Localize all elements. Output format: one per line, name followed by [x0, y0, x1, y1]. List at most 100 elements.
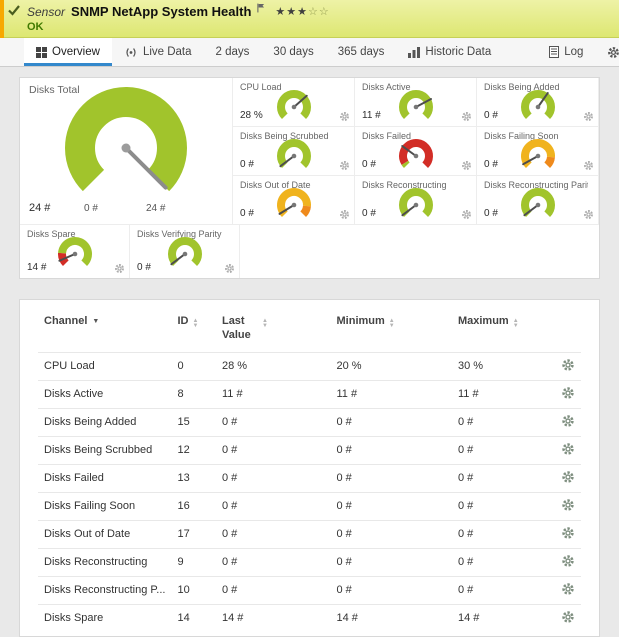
gauge-dial	[264, 87, 324, 127]
minimum-cell: 0 #	[331, 520, 452, 548]
status-ok-check-icon	[8, 5, 20, 16]
gauge-dial	[155, 234, 215, 274]
log-icon	[549, 46, 559, 58]
column-label: Last Value	[222, 315, 258, 343]
last-value-cell: 0 #	[216, 576, 331, 604]
tab-label: Live Data	[143, 46, 192, 58]
gauge-dial	[45, 234, 105, 274]
gauge-value: 14 #	[27, 262, 46, 273]
channel-settings-button[interactable]	[561, 498, 575, 512]
tab-live-data[interactable]: Live Data	[112, 38, 204, 66]
table-row: Disks Spare 14 14 # 14 # 14 #	[38, 604, 581, 632]
channel-id-cell: 9	[171, 548, 216, 576]
channel-table-body: CPU Load 0 28 % 20 % 30 % Disks Active 8…	[38, 352, 581, 632]
minimum-cell: 0 #	[331, 464, 452, 492]
channel-settings-button[interactable]	[561, 470, 575, 484]
gear-icon	[561, 498, 575, 512]
channel-settings-button[interactable]	[561, 526, 575, 540]
flag-icon	[257, 3, 265, 13]
table-row: CPU Load 0 28 % 20 % 30 %	[38, 352, 581, 380]
gauge-value: 0 #	[484, 110, 498, 121]
channel-settings-icon[interactable]	[339, 209, 350, 220]
channel-id-cell: 13	[171, 464, 216, 492]
minimum-cell: 0 #	[331, 408, 452, 436]
gauge-value: 24 #	[29, 202, 50, 214]
tab-log[interactable]: Log	[537, 38, 595, 66]
channel-settings-button[interactable]	[561, 414, 575, 428]
gauge-value: 28 %	[240, 110, 263, 121]
channel-settings-icon[interactable]	[583, 111, 594, 122]
channel-id-cell: 16	[171, 492, 216, 520]
tab-historic-data[interactable]: Historic Data	[396, 38, 503, 66]
channel-settings-icon[interactable]	[583, 209, 594, 220]
channel-settings-button[interactable]	[561, 554, 575, 568]
maximum-cell: 0 #	[452, 520, 553, 548]
channel-settings-icon[interactable]	[461, 160, 472, 171]
tab-2-days[interactable]: 2 days	[204, 38, 262, 66]
gauge-dial	[264, 136, 324, 176]
maximum-cell: 11 #	[452, 380, 553, 408]
gauge-dial	[41, 86, 211, 214]
column-header-last-value[interactable]: Last Value▲▼	[216, 312, 331, 352]
sensor-status-text: OK	[27, 21, 611, 33]
gauge-value: 0 #	[362, 208, 376, 219]
minimum-cell: 0 #	[331, 492, 452, 520]
channel-id-cell: 0	[171, 352, 216, 380]
channel-name-cell: Disks Being Added	[38, 408, 171, 436]
tab-settings[interactable]: Settings	[595, 38, 619, 66]
column-header-maximum[interactable]: Maximum▲▼	[452, 312, 553, 352]
gauge-grid: Disks Total 24 # 0 # 24 # CPU Load 28 % …	[20, 78, 599, 225]
sensor-kind-label: Sensor	[27, 5, 65, 19]
column-header-channel[interactable]: Channel▼	[38, 312, 171, 352]
channel-settings-icon[interactable]	[224, 263, 235, 274]
channel-settings-button[interactable]	[561, 442, 575, 456]
gear-icon	[561, 610, 575, 624]
channel-settings-icon[interactable]	[583, 160, 594, 171]
tab-overview[interactable]: Overview	[24, 38, 112, 66]
column-label: Channel	[44, 315, 87, 327]
gear-icon	[561, 386, 575, 400]
table-row: Disks Out of Date 17 0 # 0 # 0 #	[38, 520, 581, 548]
last-value-cell: 0 #	[216, 492, 331, 520]
priority-stars[interactable]: ★★★☆☆	[275, 5, 329, 18]
live-data-icon	[124, 47, 138, 58]
gauge-cell: Disks Active 11 #	[355, 78, 477, 127]
sort-icon: ▲▼	[192, 319, 198, 329]
gear-icon	[561, 358, 575, 372]
channel-table: Channel▼ ID▲▼ Last Value▲▼ Minimum▲▼ Max…	[38, 312, 581, 632]
channel-settings-icon[interactable]	[339, 160, 350, 171]
gauge-dial	[386, 185, 446, 225]
channel-name-cell: Disks Being Scrubbed	[38, 436, 171, 464]
channel-settings-icon[interactable]	[461, 209, 472, 220]
gauge-cell: Disks Reconstructing Parity 0 #	[477, 176, 599, 225]
gauge-secondary-row: Disks Spare 14 # Disks Verifying Parity …	[20, 225, 599, 278]
disks-total-gauge-cell: Disks Total 24 # 0 # 24 #	[20, 78, 233, 225]
gauge-cell: Disks Out of Date 0 #	[233, 176, 355, 225]
minimum-cell: 0 #	[331, 436, 452, 464]
channel-name-cell: Disks Failing Soon	[38, 492, 171, 520]
last-value-cell: 0 #	[216, 520, 331, 548]
column-header-minimum[interactable]: Minimum▲▼	[331, 312, 452, 352]
channel-settings-button[interactable]	[561, 610, 575, 624]
table-row: Disks Failed 13 0 # 0 # 0 #	[38, 464, 581, 492]
channel-settings-button[interactable]	[561, 582, 575, 596]
channel-id-cell: 14	[171, 604, 216, 632]
channel-settings-button[interactable]	[561, 358, 575, 372]
channel-settings-icon[interactable]	[114, 263, 125, 274]
gauge-dial	[264, 185, 324, 225]
channel-settings-button[interactable]	[561, 386, 575, 400]
sort-icon: ▲▼	[513, 319, 519, 329]
channel-id-cell: 17	[171, 520, 216, 548]
column-header-id[interactable]: ID▲▼	[171, 312, 216, 352]
tab-365-days[interactable]: 365 days	[326, 38, 397, 66]
stars-filled: ★★★	[275, 6, 308, 18]
gauge-cell: Disks Being Scrubbed 0 #	[233, 127, 355, 176]
channel-settings-icon[interactable]	[339, 111, 350, 122]
last-value-cell: 0 #	[216, 436, 331, 464]
table-row: Disks Being Added 15 0 # 0 # 0 #	[38, 408, 581, 436]
tab-30-days[interactable]: 30 days	[261, 38, 325, 66]
last-value-cell: 11 #	[216, 380, 331, 408]
channel-settings-icon[interactable]	[461, 111, 472, 122]
historic-data-icon	[408, 47, 420, 58]
tab-bar: Overview Live Data 2 days 30 days 365 da…	[0, 38, 619, 67]
